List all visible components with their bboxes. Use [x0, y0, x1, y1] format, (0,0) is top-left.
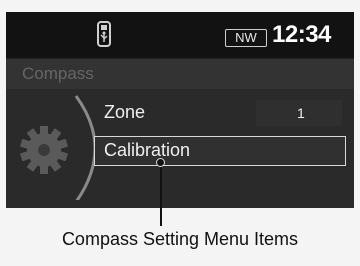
menu-item-label: Calibration: [104, 140, 191, 160]
status-bar: NW 12:34: [6, 12, 354, 58]
manual-illustration: NW 12:34 Compass 1 Zone Calibration Comp…: [0, 0, 360, 266]
page-title: Compass: [22, 64, 94, 83]
page-title-bar: Compass: [6, 59, 354, 89]
compass-heading-indicator: NW: [225, 29, 267, 47]
usb-device-icon: [97, 21, 111, 47]
menu-item-calibration[interactable]: Calibration: [94, 136, 346, 166]
zone-value: 1: [297, 105, 305, 121]
clock-display: 12:34: [272, 21, 331, 48]
callout-caption: Compass Setting Menu Items: [61, 229, 299, 249]
menu-item-label: Zone: [104, 102, 146, 122]
callout-dot: [156, 158, 165, 167]
menu-item-zone[interactable]: 1 Zone: [94, 98, 346, 128]
display-screen: NW 12:34 Compass 1 Zone Calibration: [6, 12, 354, 208]
callout-line: [160, 162, 162, 226]
zone-value-box: 1: [256, 100, 342, 126]
